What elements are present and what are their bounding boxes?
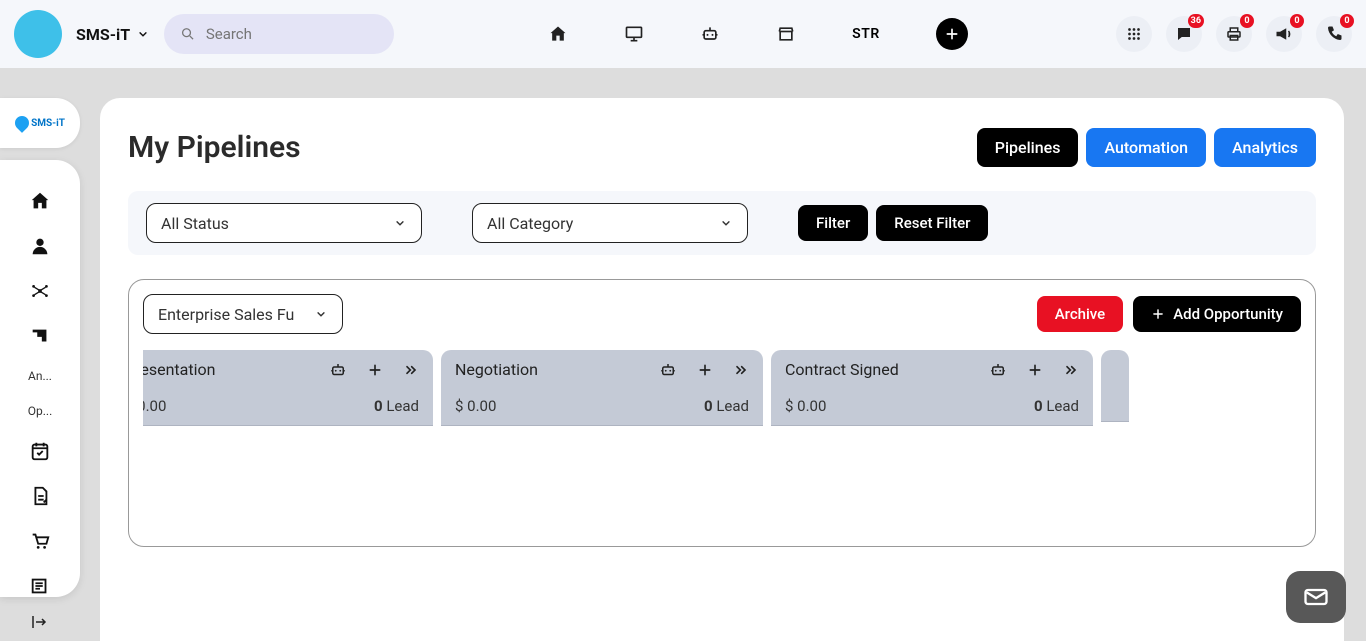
phone-icon[interactable]: 0 bbox=[1316, 16, 1352, 52]
store-icon[interactable] bbox=[776, 24, 796, 44]
topbar-right: 36 0 0 0 bbox=[1116, 16, 1352, 52]
avatar[interactable] bbox=[14, 10, 62, 58]
category-select-value: All Category bbox=[487, 214, 573, 233]
filter-bar: All Status All Category Filter Reset Fil… bbox=[128, 191, 1316, 255]
funnel-select-value: Enterprise Sales Fu bbox=[158, 305, 294, 324]
chevron-down-icon bbox=[393, 216, 407, 230]
robot-icon[interactable] bbox=[659, 361, 677, 379]
double-chevron-icon[interactable] bbox=[403, 362, 419, 378]
sidebar-logo[interactable]: SMS-iT bbox=[0, 98, 80, 148]
pipeline-column: Presentation $ 0.00 0 Lead bbox=[143, 350, 433, 426]
sidebar-home-icon[interactable] bbox=[28, 190, 52, 213]
tab-analytics[interactable]: Analytics bbox=[1214, 128, 1316, 167]
sidebar-news-icon[interactable] bbox=[28, 574, 52, 597]
column-amount: $ 0.00 bbox=[785, 397, 826, 415]
add-opportunity-button[interactable]: Add Opportunity bbox=[1133, 296, 1301, 332]
tab-pipelines[interactable]: Pipelines bbox=[977, 128, 1079, 167]
column-lead-label: Lead bbox=[1046, 397, 1079, 415]
topbar: SMS-iT STR 36 0 0 0 bbox=[0, 0, 1366, 68]
search-input[interactable] bbox=[206, 25, 378, 43]
chevron-down-icon bbox=[314, 307, 328, 321]
sidebar-exit-icon[interactable] bbox=[30, 613, 48, 631]
status-select[interactable]: All Status bbox=[146, 203, 422, 243]
chat-badge: 36 bbox=[1188, 14, 1204, 28]
search-icon bbox=[180, 25, 196, 43]
mail-widget-button[interactable] bbox=[1286, 571, 1346, 623]
double-chevron-icon[interactable] bbox=[733, 362, 749, 378]
column-title: Contract Signed bbox=[785, 360, 899, 379]
search-box[interactable] bbox=[164, 14, 394, 54]
phone-badge: 0 bbox=[1340, 14, 1354, 28]
robot-icon[interactable] bbox=[989, 361, 1007, 379]
print-icon[interactable]: 0 bbox=[1216, 16, 1252, 52]
add-opportunity-label: Add Opportunity bbox=[1173, 305, 1283, 323]
brand-label: SMS-iT bbox=[76, 25, 130, 44]
apps-grid-icon[interactable] bbox=[1116, 16, 1152, 52]
sidebar-steps-icon[interactable] bbox=[28, 324, 52, 347]
sidebar: An... Op... bbox=[0, 160, 80, 597]
pipeline-columns: 0 Lead Presentation $ 0.00 0 Lead bbox=[143, 350, 1301, 546]
pipeline-card: Enterprise Sales Fu Archive Add Opportun… bbox=[128, 279, 1316, 547]
plus-icon[interactable] bbox=[1027, 362, 1043, 378]
column-title: Presentation bbox=[143, 360, 215, 379]
announce-icon[interactable]: 0 bbox=[1266, 16, 1302, 52]
plus-icon[interactable] bbox=[697, 362, 713, 378]
chat-icon[interactable]: 36 bbox=[1166, 16, 1202, 52]
column-amount: $ 0.00 bbox=[455, 397, 496, 415]
robot-icon[interactable] bbox=[700, 24, 720, 44]
page-tabs: Pipelines Automation Analytics bbox=[977, 128, 1316, 167]
mail-icon bbox=[1302, 583, 1330, 611]
brand-dropdown[interactable]: SMS-iT bbox=[76, 25, 150, 44]
sidebar-user-icon[interactable] bbox=[28, 235, 52, 258]
page-title: My Pipelines bbox=[128, 130, 301, 165]
print-badge: 0 bbox=[1240, 14, 1254, 28]
funnel-select[interactable]: Enterprise Sales Fu bbox=[143, 294, 343, 334]
sidebar-cart-icon[interactable] bbox=[28, 529, 52, 552]
robot-icon[interactable] bbox=[329, 361, 347, 379]
sidebar-item-an[interactable]: An... bbox=[10, 369, 70, 382]
plus-icon[interactable] bbox=[367, 362, 383, 378]
chevron-down-icon bbox=[136, 27, 150, 41]
status-select-value: All Status bbox=[161, 214, 229, 233]
column-amount: $ 0.00 bbox=[143, 397, 166, 415]
archive-button[interactable]: Archive bbox=[1037, 296, 1123, 332]
sidebar-calendar-icon[interactable] bbox=[28, 440, 52, 463]
plus-icon bbox=[1151, 307, 1165, 321]
str-link[interactable]: STR bbox=[852, 26, 880, 42]
column-lead-label: Lead bbox=[386, 397, 419, 415]
pipeline-column bbox=[1101, 350, 1121, 426]
sidebar-network-icon[interactable] bbox=[28, 280, 52, 303]
column-lead-label: Lead bbox=[716, 397, 749, 415]
announce-badge: 0 bbox=[1290, 14, 1304, 28]
pipeline-column: Contract Signed $ 0.00 0 Lead bbox=[771, 350, 1093, 426]
home-icon[interactable] bbox=[548, 24, 568, 44]
column-lead-count: 0 bbox=[374, 397, 383, 415]
column-lead-count: 0 bbox=[1034, 397, 1043, 415]
filter-button[interactable]: Filter bbox=[798, 205, 868, 241]
main-panel: My Pipelines Pipelines Automation Analyt… bbox=[100, 98, 1344, 641]
sidebar-item-op[interactable]: Op... bbox=[10, 404, 70, 417]
category-select[interactable]: All Category bbox=[472, 203, 748, 243]
add-button[interactable] bbox=[936, 18, 968, 50]
double-chevron-icon[interactable] bbox=[1063, 362, 1079, 378]
monitor-icon[interactable] bbox=[624, 24, 644, 44]
pipeline-column: Negotiation $ 0.00 0 Lead bbox=[441, 350, 763, 426]
column-title: Negotiation bbox=[455, 360, 538, 379]
column-lead-count: 0 bbox=[704, 397, 713, 415]
sidebar-doc-icon[interactable] bbox=[28, 485, 52, 508]
tab-automation[interactable]: Automation bbox=[1086, 128, 1206, 167]
chevron-down-icon bbox=[719, 216, 733, 230]
reset-filter-button[interactable]: Reset Filter bbox=[876, 205, 988, 241]
top-nav-icons: STR bbox=[548, 18, 968, 50]
